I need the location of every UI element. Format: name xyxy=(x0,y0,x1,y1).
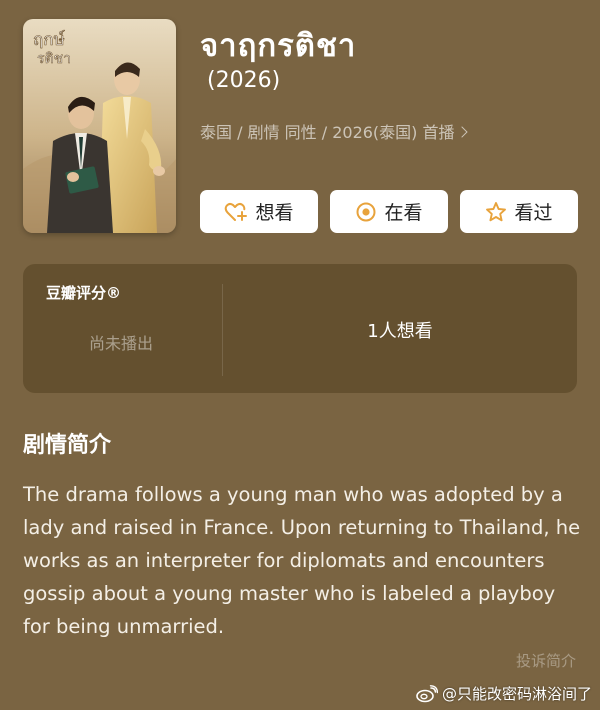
watching-label: 在看 xyxy=(384,202,423,224)
poster-image[interactable]: ฤกษ์ รติชา xyxy=(23,19,176,233)
weibo-icon xyxy=(416,684,438,702)
want-to-watch-button[interactable]: 想看 xyxy=(200,190,318,233)
watermark-text: @只能改密码淋浴间了 xyxy=(441,685,592,703)
watched-button[interactable]: 看过 xyxy=(460,190,578,233)
rating-status: 尚未播出 xyxy=(89,334,154,353)
release-year: (2026) xyxy=(207,68,281,93)
star-icon xyxy=(486,201,507,221)
watched-label: 看过 xyxy=(514,202,553,224)
svg-text:ฤกษ์: ฤกษ์ xyxy=(33,30,65,50)
douban-rating-label: 豆瓣评分® xyxy=(46,284,122,302)
synopsis-text: The drama follows a young man who was ad… xyxy=(23,483,581,638)
chevron-right-icon xyxy=(455,125,468,138)
heart-plus-icon xyxy=(225,202,248,221)
watermark: @只能改密码淋浴间了 xyxy=(416,683,592,704)
meta-info-text: 泰国 / 剧情 同性 / 2026(泰国) 首播 xyxy=(200,123,455,142)
report-synopsis-link[interactable]: 投诉简介 xyxy=(516,650,576,671)
svg-text:รติชา: รติชา xyxy=(37,51,71,67)
meta-info-link[interactable]: 泰国 / 剧情 同性 / 2026(泰国) 首播 xyxy=(200,119,468,143)
want-to-watch-label: 想看 xyxy=(255,202,294,224)
want-count[interactable]: 1人想看 xyxy=(223,317,577,343)
target-circle-icon xyxy=(356,202,376,221)
synopsis-title: 剧情简介 xyxy=(23,433,112,458)
watching-button[interactable]: 在看 xyxy=(330,190,448,233)
rating-card: 豆瓣评分® 尚未播出 1人想看 xyxy=(23,264,577,393)
show-title: จาฤกรติชา xyxy=(200,28,357,64)
